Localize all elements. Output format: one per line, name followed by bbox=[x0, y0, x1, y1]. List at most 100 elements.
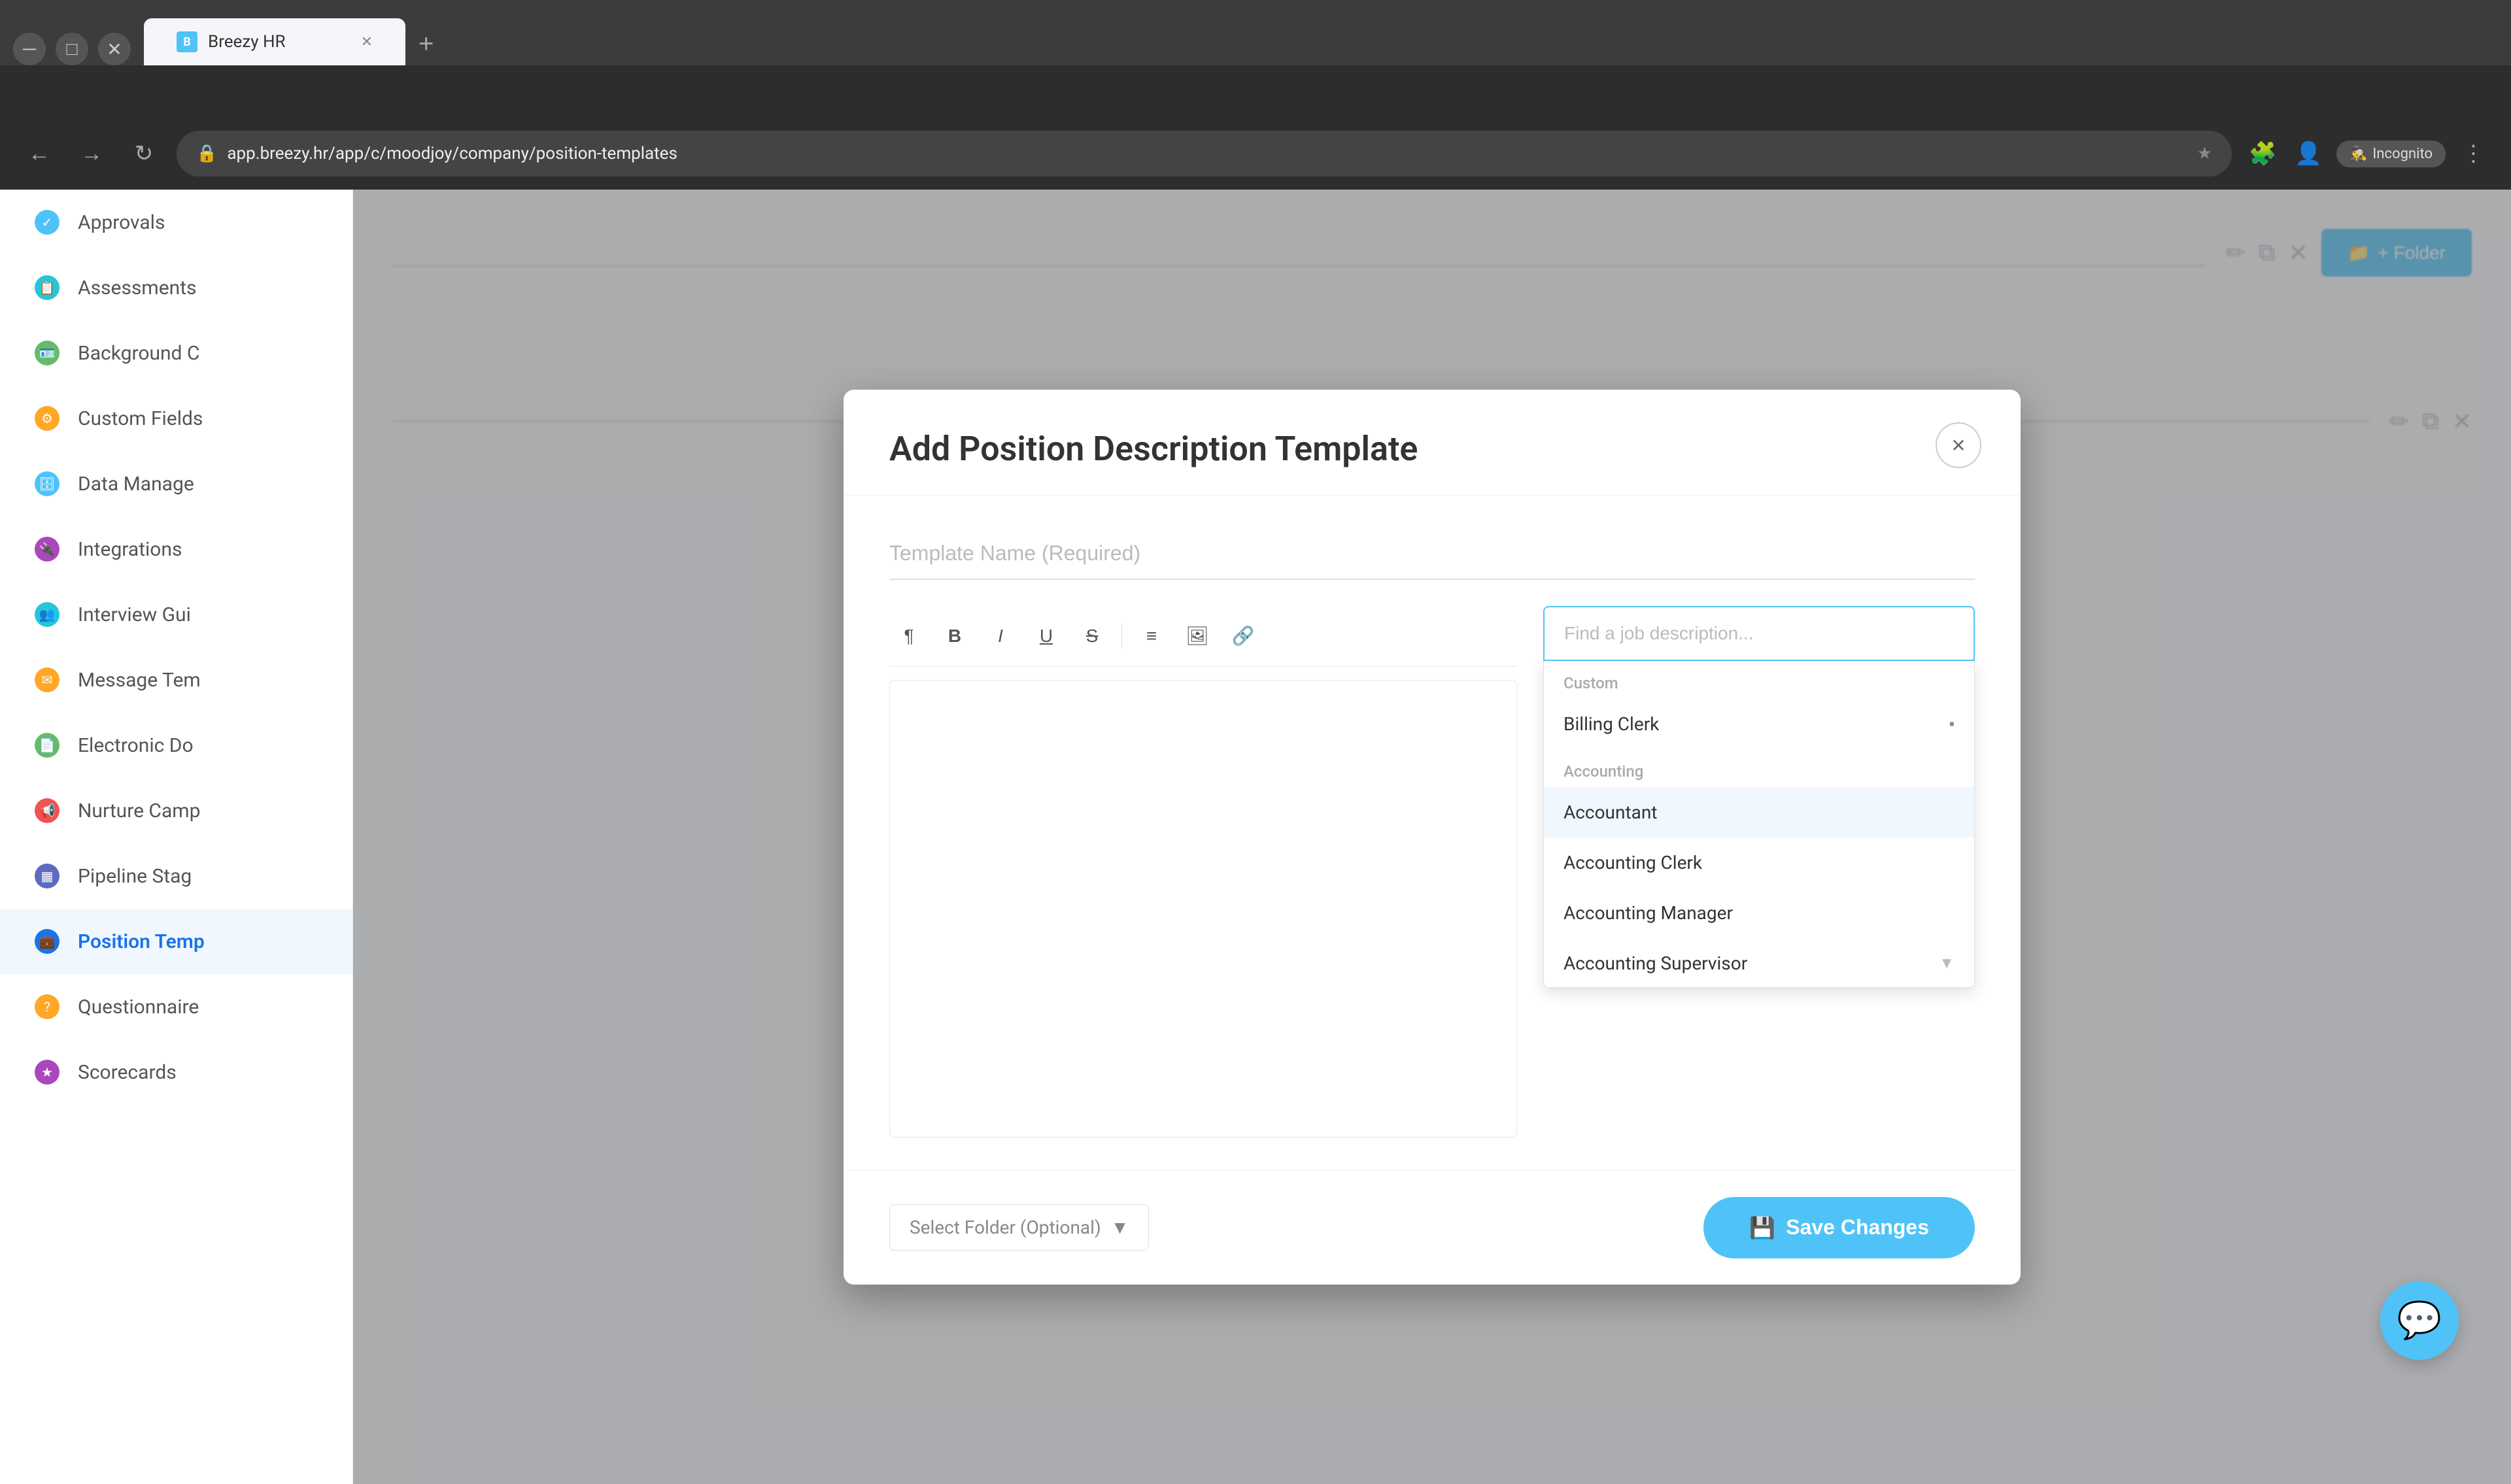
billing-clerk-icon: ▪ bbox=[1949, 715, 1955, 734]
background-icon: 🪪 bbox=[35, 341, 60, 365]
editor-container: ¶ B I U S ≡ 🖼 🔗 bbox=[889, 606, 1975, 1138]
toolbar-underline[interactable]: U bbox=[1027, 616, 1066, 656]
main-content: ✏ ⧉ ✕ 📁 + Folder ✏ ⧉ ✕ bbox=[353, 190, 2511, 1484]
toolbar-italic[interactable]: I bbox=[981, 616, 1020, 656]
position-icon: 💼 bbox=[35, 929, 60, 954]
job-description-container: Custom Billing Clerk ▪ Accounting Accoun… bbox=[1543, 606, 1975, 1138]
sidebar-label-custom-fields: Custom Fields bbox=[78, 407, 203, 430]
job-dropdown: Custom Billing Clerk ▪ Accounting Accoun… bbox=[1543, 661, 1975, 988]
toolbar-sep-1 bbox=[1121, 623, 1122, 649]
toolbar-paragraph[interactable]: ¶ bbox=[889, 616, 929, 656]
modal-footer: Select Folder (Optional) ▼ 💾 Save Change… bbox=[844, 1170, 2021, 1285]
sidebar-item-custom-fields[interactable]: ⚙ Custom Fields bbox=[0, 386, 352, 451]
job-search-input[interactable] bbox=[1543, 606, 1975, 661]
modal-header: Add Position Description Template × bbox=[844, 390, 2021, 496]
address-bar: ← → ↻ 🔒 app.breezy.hr/app/c/moodjoy/comp… bbox=[0, 118, 2511, 190]
job-item-billing-clerk[interactable]: Billing Clerk ▪ bbox=[1544, 699, 1974, 749]
chat-icon: 💬 bbox=[2397, 1300, 2442, 1341]
new-tab-button[interactable]: + bbox=[405, 23, 447, 65]
job-item-accounting-supervisor[interactable]: Accounting Supervisor ▼ bbox=[1544, 938, 1974, 988]
sidebar-item-pipeline[interactable]: ▦ Pipeline Stag bbox=[0, 843, 352, 909]
chat-button[interactable]: 💬 bbox=[2380, 1281, 2459, 1360]
toolbar-list[interactable]: ≡ bbox=[1132, 616, 1171, 656]
sidebar-item-scorecards[interactable]: ★ Scorecards bbox=[0, 1039, 352, 1105]
sidebar-label-assessments: Assessments bbox=[78, 277, 197, 299]
save-icon: 💾 bbox=[1749, 1215, 1775, 1240]
tab-label: Breezy HR bbox=[208, 32, 286, 52]
sidebar-label-background: Background C bbox=[78, 342, 199, 365]
custom-fields-icon: ⚙ bbox=[35, 406, 60, 431]
sidebar-label-nurture: Nurture Camp bbox=[78, 800, 200, 822]
modal-overlay: Add Position Description Template × ¶ bbox=[353, 190, 2511, 1484]
modal-dialog: Add Position Description Template × ¶ bbox=[844, 390, 2021, 1285]
forward-button[interactable]: → bbox=[72, 134, 111, 173]
save-label: Save Changes bbox=[1786, 1215, 1929, 1239]
sidebar-label-electronic-doc: Electronic Do bbox=[78, 734, 194, 757]
incognito-badge: 🕵️ Incognito bbox=[2336, 141, 2446, 167]
integrations-icon: 🔌 bbox=[35, 537, 60, 562]
window-close[interactable]: ✕ bbox=[98, 33, 131, 65]
questionnaire-icon: ? bbox=[35, 994, 60, 1019]
folder-select-label: Select Folder (Optional) bbox=[910, 1217, 1101, 1238]
sidebar-item-background[interactable]: 🪪 Background C bbox=[0, 320, 352, 386]
window-minimize[interactable]: ─ bbox=[13, 33, 46, 65]
job-item-accounting-clerk[interactable]: Accounting Clerk bbox=[1544, 837, 1974, 888]
toolbar-strikethrough[interactable]: S bbox=[1072, 616, 1112, 656]
sidebar-label-scorecards: Scorecards bbox=[78, 1061, 177, 1084]
section-label-custom: Custom bbox=[1544, 661, 1974, 699]
editor-content[interactable] bbox=[889, 680, 1517, 1138]
sidebar-item-integrations[interactable]: 🔌 Integrations bbox=[0, 516, 352, 582]
profiles-btn[interactable]: 👤 bbox=[2291, 136, 2327, 172]
save-changes-button[interactable]: 💾 Save Changes bbox=[1703, 1197, 1975, 1258]
back-button[interactable]: ← bbox=[20, 134, 59, 173]
sidebar-label-questionnaire: Questionnaire bbox=[78, 996, 199, 1019]
sidebar-item-questionnaire[interactable]: ? Questionnaire bbox=[0, 974, 352, 1039]
tab-close-btn[interactable]: ✕ bbox=[361, 34, 373, 50]
folder-chevron-icon: ▼ bbox=[1111, 1217, 1129, 1238]
sidebar-item-assessments[interactable]: 📋 Assessments bbox=[0, 255, 352, 320]
toolbar-image[interactable]: 🖼 bbox=[1178, 616, 1217, 656]
job-item-accounting-manager[interactable]: Accounting Manager bbox=[1544, 888, 1974, 938]
sidebar-item-interview-guide[interactable]: 👥 Interview Gui bbox=[0, 582, 352, 647]
electronic-doc-icon: 📄 bbox=[35, 733, 60, 758]
modal-body: ¶ B I U S ≡ 🖼 🔗 bbox=[844, 496, 2021, 1170]
modal-title: Add Position Description Template bbox=[889, 429, 1975, 469]
window-maximize[interactable]: □ bbox=[56, 33, 88, 65]
sidebar: ✓ Approvals 📋 Assessments 🪪 Background C… bbox=[0, 190, 353, 1484]
sidebar-label-pipeline: Pipeline Stag bbox=[78, 865, 192, 888]
sidebar-item-position-templates[interactable]: 💼 Position Temp bbox=[0, 909, 352, 974]
sidebar-item-electronic-doc[interactable]: 📄 Electronic Do bbox=[0, 713, 352, 778]
message-icon: ✉ bbox=[35, 667, 60, 692]
nurture-icon: 📢 bbox=[35, 798, 60, 823]
interview-icon: 👥 bbox=[35, 602, 60, 627]
sidebar-label-message: Message Tem bbox=[78, 669, 201, 692]
sidebar-label-position: Position Temp bbox=[78, 930, 205, 953]
browser-actions: 🧩 👤 🕵️ Incognito ⋮ bbox=[2245, 136, 2491, 172]
modal-close-button[interactable]: × bbox=[1936, 422, 1981, 468]
assessments-icon: 📋 bbox=[35, 275, 60, 300]
extensions-btn[interactable]: 🧩 bbox=[2245, 136, 2281, 172]
folder-select[interactable]: Select Folder (Optional) ▼ bbox=[889, 1204, 1149, 1251]
job-item-accountant[interactable]: Accountant bbox=[1544, 787, 1974, 837]
menu-btn[interactable]: ⋮ bbox=[2455, 136, 2491, 172]
active-tab[interactable]: B Breezy HR ✕ bbox=[144, 18, 405, 65]
browser-chrome: ─ □ ✕ B Breezy HR ✕ + bbox=[0, 0, 2511, 118]
url-text: app.breezy.hr/app/c/moodjoy/company/posi… bbox=[227, 144, 2187, 163]
pipeline-icon: ▦ bbox=[35, 864, 60, 888]
sidebar-label-approvals: Approvals bbox=[78, 211, 165, 234]
section-label-accounting: Accounting bbox=[1544, 749, 1974, 787]
accounting-supervisor-arrow: ▼ bbox=[1939, 954, 1955, 973]
data-manage-icon: 🗄 bbox=[35, 471, 60, 496]
toolbar-bold[interactable]: B bbox=[935, 616, 974, 656]
tab-bar: ─ □ ✕ B Breezy HR ✕ + bbox=[0, 0, 2511, 65]
tab-favicon: B bbox=[177, 31, 197, 52]
sidebar-item-approvals[interactable]: ✓ Approvals bbox=[0, 190, 352, 255]
sidebar-item-message-template[interactable]: ✉ Message Tem bbox=[0, 647, 352, 713]
reload-button[interactable]: ↻ bbox=[124, 134, 163, 173]
sidebar-item-data-manage[interactable]: 🗄 Data Manage bbox=[0, 451, 352, 516]
template-name-input[interactable] bbox=[889, 528, 1975, 580]
url-bar[interactable]: 🔒 app.breezy.hr/app/c/moodjoy/company/po… bbox=[177, 131, 2232, 177]
sidebar-item-nurture[interactable]: 📢 Nurture Camp bbox=[0, 778, 352, 843]
toolbar-link[interactable]: 🔗 bbox=[1223, 616, 1263, 656]
app-layout: ✓ Approvals 📋 Assessments 🪪 Background C… bbox=[0, 190, 2511, 1484]
